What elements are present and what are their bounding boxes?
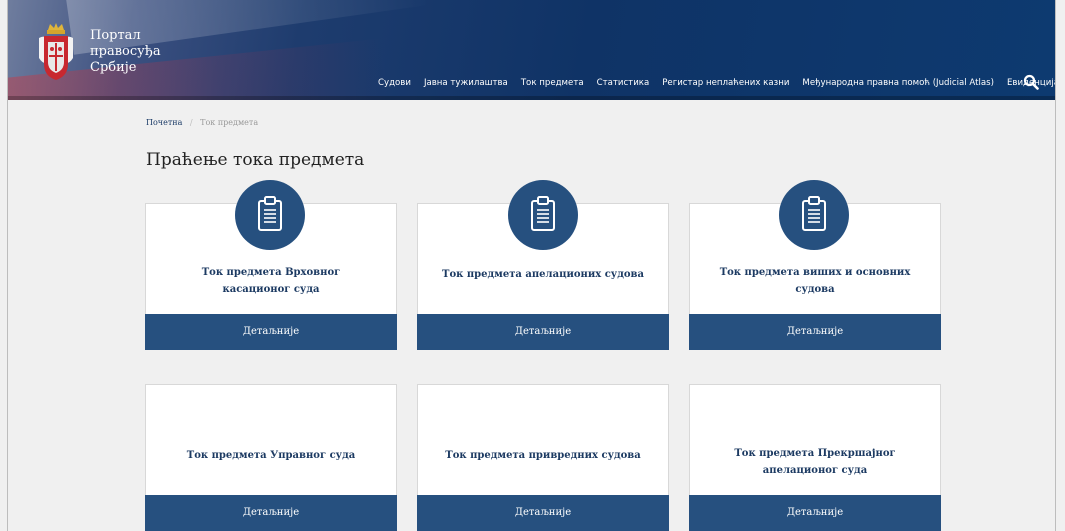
card-title-line-2: апелационог суда [762, 465, 868, 476]
search-icon[interactable] [1023, 74, 1039, 90]
card-title-line-1: Ток предмета апелационих судова [442, 269, 644, 280]
breadcrumb-home-link[interactable]: Почетна [146, 118, 182, 127]
card-title-line-1: Ток предмета Управног суда [186, 450, 356, 461]
header-shadow [8, 96, 1055, 100]
breadcrumb: Почетна / Ток предмета [146, 118, 258, 127]
nav-item-unpaid-fines[interactable]: Регистар неплаћених казни [662, 78, 789, 88]
nav-item-courts[interactable]: Судови [378, 78, 411, 88]
card-misdemeanor-appellate-court[interactable]: Ток предмета Прекршајног апелационог суд… [689, 384, 941, 531]
nav-item-case-flow[interactable]: Ток предмета [521, 78, 584, 88]
card-title-line-2: судова [795, 284, 835, 295]
card-title-line-1: Ток предмета Врховног [201, 267, 341, 278]
card-details-button[interactable]: Детаљније [417, 314, 669, 350]
breadcrumb-separator: / [189, 118, 193, 127]
card-title: Ток предмета апелационих судова [428, 266, 658, 283]
clipboard-document-icon [508, 180, 578, 250]
browser-viewport: Портал правосуђа Србије Судови Јавна туж… [0, 0, 1065, 531]
card-title: Ток предмета виших и основних судова [700, 264, 930, 298]
card-title: Ток предмета Прекршајног апелационог суд… [700, 445, 930, 479]
nav-item-prosecutors[interactable]: Јавна тужилаштва [424, 78, 508, 88]
card-title: Ток предмета Врховног касационог суда [156, 264, 386, 298]
site-brand[interactable]: Портал правосуђа Србије [90, 28, 161, 76]
card-commercial-courts[interactable]: Ток предмета привредних судова Детаљније [417, 384, 669, 531]
page-title: Праћење тока предмета [146, 150, 365, 170]
card-title-line-2: касационог суда [222, 284, 320, 295]
card-title: Ток предмета привредних судова [428, 447, 658, 464]
nav-item-statistics[interactable]: Статистика [597, 78, 650, 88]
main-nav: Судови Јавна тужилаштва Ток предмета Ста… [378, 74, 1055, 92]
card-title-line-1: Ток предмета привредних судова [445, 450, 641, 461]
brand-line-2: правосуђа [90, 44, 161, 59]
card-title-line-1: Ток предмета виших и основних [719, 267, 911, 278]
card-title: Ток предмета Управног суда [156, 447, 386, 464]
card-administrative-court[interactable]: Ток предмета Управног суда Детаљније [145, 384, 397, 531]
card-details-button[interactable]: Детаљније [689, 495, 941, 531]
card-title-line-1: Ток предмета Прекршајног [734, 448, 896, 459]
frame-border-right [1055, 0, 1056, 531]
card-details-button[interactable]: Детаљније [689, 314, 941, 350]
card-details-button[interactable]: Детаљније [417, 495, 669, 531]
brand-line-1: Портал [90, 28, 141, 43]
site-header: Портал правосуђа Србије Судови Јавна туж… [8, 0, 1055, 100]
serbia-coat-of-arms-icon[interactable] [36, 22, 76, 82]
brand-line-3: Србије [90, 60, 137, 75]
clipboard-document-icon [779, 180, 849, 250]
card-details-button[interactable]: Детаљније [145, 495, 397, 531]
nav-item-judicial-atlas[interactable]: Међународна правна помоћ (Judicial Atlas… [802, 78, 994, 88]
card-details-button[interactable]: Детаљније [145, 314, 397, 350]
breadcrumb-current: Ток предмета [200, 118, 259, 127]
clipboard-document-icon [235, 180, 305, 250]
